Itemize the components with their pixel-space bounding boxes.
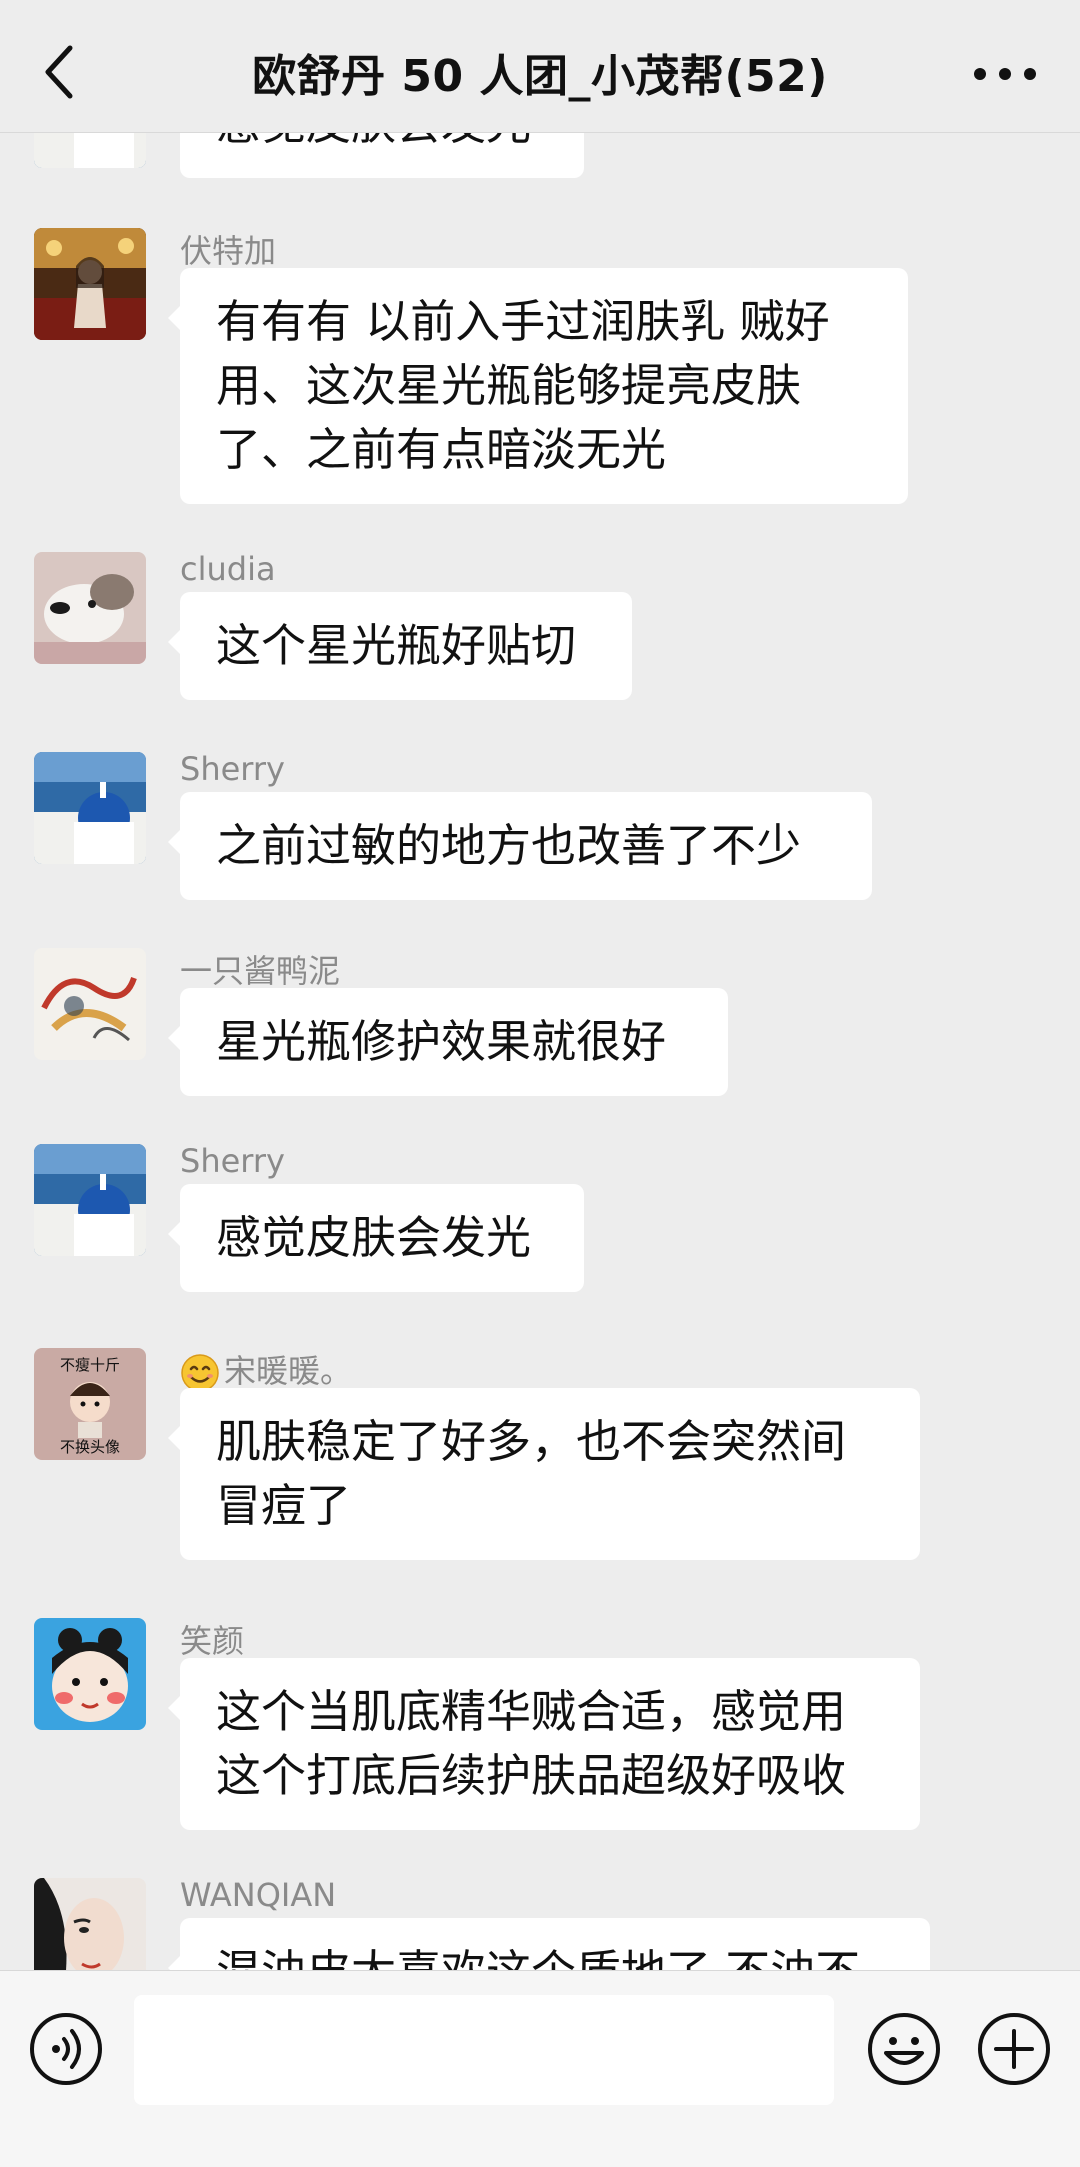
avatar[interactable] [34, 552, 146, 664]
message-text: 混油皮太喜欢这个质地了 不油不 [216, 1940, 894, 1970]
message-bubble[interactable]: 星光瓶修护效果就很好 [168, 988, 728, 1096]
sender-name: 宋暖暖。 [180, 1346, 352, 1393]
message-text-line: 了、之前有点暗淡无光 [216, 423, 667, 476]
avatar[interactable] [34, 1878, 146, 1970]
message-bubble[interactable]: 感觉皮肤会发光 [180, 132, 584, 178]
message-text-line: 有有有 以前入手过润肤乳 贼好 [216, 295, 830, 348]
message-bubble[interactable]: 肌肤稳定了好多，也不会突然间 冒痘了 [168, 1388, 920, 1560]
sender-name: WANQIAN [180, 1876, 337, 1914]
sender-name-text: 宋暖暖。 [224, 1352, 353, 1390]
emoji-face-icon[interactable] [866, 2011, 942, 2087]
message-bubble[interactable]: 之前过敏的地方也改善了不少 [168, 792, 872, 900]
voice-icon[interactable] [28, 2011, 104, 2087]
message-text-line: 肌肤稳定了好多，也不会突然间 [216, 1415, 847, 1468]
avatar[interactable] [34, 1618, 146, 1730]
message-bubble[interactable]: 这个星光瓶好贴切 [168, 592, 632, 700]
avatar[interactable] [34, 948, 146, 1060]
message-text: 感觉皮肤会发光 [216, 132, 548, 156]
plus-circle-icon[interactable] [976, 2011, 1052, 2087]
message-text-line: 用、这次星光瓶能够提亮皮肤 [216, 359, 802, 412]
svg-text:不换头像: 不换头像 [60, 1438, 120, 1456]
avatar[interactable] [34, 752, 146, 864]
svg-text:不瘦十斤: 不瘦十斤 [60, 1356, 120, 1374]
sender-name: 伏特加 [180, 232, 277, 270]
smiling-face-emoji [181, 1354, 219, 1392]
message-bubble[interactable]: 有有有 以前入手过润肤乳 贼好 用、这次星光瓶能够提亮皮肤 了、之前有点暗淡无光 [168, 268, 908, 504]
message-input[interactable] [134, 1995, 834, 2105]
more-dots-icon[interactable] [970, 54, 1040, 94]
input-bar [0, 1970, 1080, 2167]
message-text: 星光瓶修护效果就很好 [216, 1015, 667, 1068]
message-text-line: 这个打底后续护肤品超级好吸收 [216, 1749, 847, 1802]
avatar[interactable] [34, 228, 146, 340]
sender-name: Sherry [180, 1142, 285, 1180]
page-title: 欧舒丹 50 人团_小茂帮(52) [252, 51, 828, 102]
avatar[interactable]: 不瘦十斤 不换头像 [34, 1348, 146, 1460]
avatar[interactable] [34, 1144, 146, 1256]
chevron-left-icon[interactable] [40, 42, 80, 102]
message-text: 这个星光瓶好贴切 [216, 619, 577, 672]
message-text: 感觉皮肤会发光 [216, 1211, 532, 1264]
sender-name: Sherry [180, 750, 285, 788]
message-list[interactable]: 感觉皮肤会发光 伏特加 有有有 以前入手过润肤乳 贼好 用、这次星光瓶能够提亮皮… [0, 132, 1080, 1970]
message-text-line: 这个当肌底精华贼合适，感觉用 [216, 1685, 847, 1738]
sender-name: 一只酱鸭泥 [180, 952, 341, 990]
sender-name: 笑颜 [180, 1622, 245, 1660]
message-text-line: 冒痘了 [216, 1479, 352, 1532]
avatar[interactable] [34, 132, 146, 168]
sender-name: cludia [180, 550, 276, 588]
message-bubble[interactable]: 感觉皮肤会发光 [168, 1184, 584, 1292]
message-bubble[interactable]: 这个当肌底精华贼合适，感觉用 这个打底后续护肤品超级好吸收 [168, 1658, 920, 1830]
message-text: 之前过敏的地方也改善了不少 [216, 819, 802, 872]
message-bubble[interactable]: 混油皮太喜欢这个质地了 不油不 [168, 1918, 930, 1970]
chat-header: 欧舒丹 50 人团_小茂帮(52) [0, 0, 1080, 133]
